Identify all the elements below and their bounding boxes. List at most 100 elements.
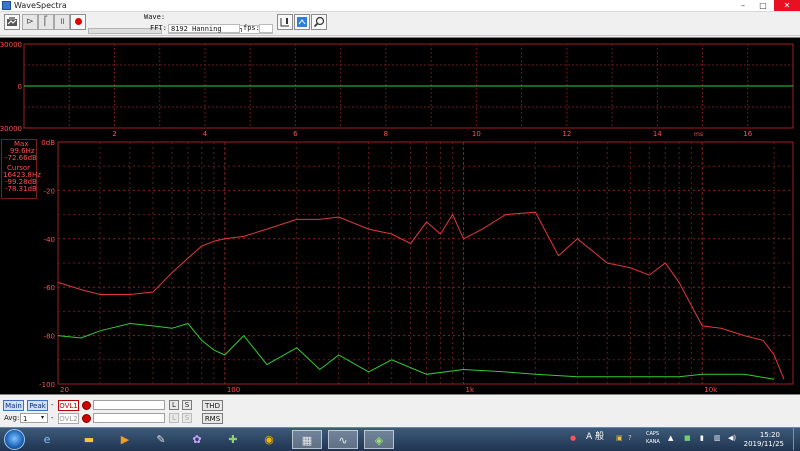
- close-button[interactable]: ✕: [774, 0, 800, 11]
- ovl1-button[interactable]: OVL1: [58, 400, 79, 411]
- peak-button[interactable]: Peak: [27, 400, 48, 411]
- spectrum-y-tick-label: -60: [44, 284, 55, 292]
- tray-ime-tools-icon[interactable]: ▣: [616, 434, 623, 443]
- display-settings-icon: [280, 18, 289, 27]
- spectrum-x-tick-label: 20: [60, 386, 69, 394]
- pause-button[interactable]: ॥: [54, 14, 70, 30]
- waveform-x-tick-label: 10: [472, 130, 481, 138]
- display-settings-button[interactable]: [277, 14, 293, 30]
- open-file-icon: [7, 17, 17, 26]
- tray-record-icon[interactable]: ●: [570, 434, 576, 443]
- spectrum-x-tick-label: 100: [227, 386, 240, 394]
- tray-battery-icon[interactable]: ▮: [700, 434, 704, 443]
- dash-1: -: [51, 401, 54, 409]
- zoom-button[interactable]: [311, 14, 327, 30]
- magnifier-icon: [313, 16, 325, 28]
- waveform-chart: 30000 0 -30000 2 4 6 8 10 12 14 16 ms: [0, 41, 794, 138]
- chevron-down-icon[interactable]: ▾: [41, 413, 44, 423]
- spectrum-y-tick-label: 0dB: [41, 139, 55, 147]
- taskbar-network-icon[interactable]: ✚: [220, 430, 246, 449]
- ovl1-save-button[interactable]: S: [182, 400, 192, 410]
- waveform-x-tick-label: 8: [384, 130, 388, 138]
- fps-field: [259, 24, 273, 33]
- toolbar: ⊳ ⎡ ॥ Wave: 48000Hz 16bit 1ch FFT: 8192 …: [0, 12, 800, 36]
- ovl1-name-field[interactable]: [93, 400, 165, 410]
- minimize-button[interactable]: –: [734, 0, 752, 11]
- open-file-button[interactable]: [4, 14, 20, 30]
- tray-expand-icon[interactable]: ▲: [668, 434, 673, 443]
- waveform-panel[interactable]: 30000 0 -30000 2 4 6 8 10 12 14 16 ms: [0, 37, 800, 139]
- start-button[interactable]: [4, 429, 25, 450]
- step-button[interactable]: ⎡: [38, 14, 54, 30]
- tray-app-icon[interactable]: ■: [684, 434, 691, 443]
- waveform-x-tick-label: 12: [562, 130, 571, 138]
- wave-label: Wave:: [144, 13, 166, 21]
- ovl2-name-field[interactable]: [93, 413, 165, 423]
- taskbar-paint-icon[interactable]: ✿: [184, 430, 210, 449]
- app-icon[interactable]: [2, 1, 11, 10]
- waveform-x-tick-label: 16: [743, 130, 752, 138]
- spectrum-panel[interactable]: 0dB -20 -40 -60 -80 -100 20 100 1k 10k Max 99.6Hz…: [0, 138, 800, 395]
- rms-button[interactable]: RMS: [202, 413, 223, 424]
- fps-label: fps:: [243, 24, 260, 32]
- waveform-x-tick-label: 2: [112, 130, 116, 138]
- ovl2-record-icon[interactable]: [82, 414, 91, 423]
- waveform-x-unit: ms: [694, 131, 703, 138]
- ovl2-save-button[interactable]: S: [182, 413, 192, 423]
- window-title: WaveSpectra: [14, 1, 67, 10]
- tray-volume-icon[interactable]: ◀): [728, 434, 736, 443]
- waveform-y-tick-label: 30000: [0, 41, 22, 49]
- tray-help-icon[interactable]: ?: [628, 434, 632, 443]
- max-level: -72.66dB: [5, 154, 37, 162]
- spectrum-y-tick-label: -100: [39, 381, 55, 389]
- taskbar-ie-icon[interactable]: e: [34, 430, 60, 449]
- ime-indicator[interactable]: A 般: [586, 433, 604, 442]
- waveform-y-tick-label: 0: [18, 83, 22, 91]
- fft-setting-field: 8192 Hanning: [168, 24, 240, 33]
- record-button[interactable]: [70, 14, 86, 30]
- taskbar-wavegene-icon[interactable]: ∿: [328, 430, 358, 449]
- spectrum-chart: 0dB -20 -40 -60 -80 -100 20 100 1k 10k: [39, 139, 794, 394]
- taskbar-media-player-icon[interactable]: ▶: [112, 430, 138, 449]
- ovl2-load-button[interactable]: L: [169, 413, 179, 423]
- skip-back-icon: ⊳: [26, 17, 34, 27]
- spectrum-series-red: [57, 211, 785, 380]
- maximize-button[interactable]: □: [754, 0, 772, 11]
- prev-button[interactable]: ⊳: [22, 14, 38, 30]
- spectrum-series-green: [57, 322, 775, 380]
- spectrum-x-tick-label: 10k: [704, 386, 718, 394]
- waveform-x-tick-label: 4: [203, 130, 208, 138]
- step-icon: ⎡: [43, 17, 49, 27]
- settings-icon: [297, 17, 307, 27]
- avg-label: Avg:: [4, 414, 20, 422]
- ovl1-load-button[interactable]: L: [169, 400, 179, 410]
- bottom-controls: Main Peak - OVL1 L S THD Avg: 1 ▾ - OVL2…: [0, 395, 800, 427]
- spectrum-y-tick-label: -20: [44, 187, 55, 195]
- taskbar-chrome-icon[interactable]: ◉: [256, 430, 282, 449]
- waveform-y-tick-label: -30000: [0, 125, 22, 133]
- title-bar: WaveSpectra – □ ✕: [0, 0, 800, 12]
- taskbar-wavespectra-icon[interactable]: ▦: [292, 430, 322, 449]
- taskbar-explorer-icon[interactable]: ▬: [76, 430, 102, 449]
- cursor-level-2: -78.31dB: [5, 185, 37, 193]
- taskbar-tool-icon[interactable]: ✎: [148, 430, 174, 449]
- show-desktop-button[interactable]: [793, 428, 800, 450]
- taskbar-other-app-icon[interactable]: ◈: [364, 430, 394, 449]
- dash-2: -: [51, 414, 54, 422]
- ovl2-button[interactable]: OVL2: [58, 413, 79, 424]
- clock-time[interactable]: 15:20: [760, 431, 780, 440]
- settings-button[interactable]: [294, 14, 310, 30]
- record-icon: [74, 18, 82, 25]
- main-button[interactable]: Main: [3, 400, 24, 411]
- taskbar: e ▬ ▶ ✎ ✿ ✚ ◉ ▦ ∿ ◈ ● A 般 ▣ ? CAPS KANA …: [0, 427, 800, 451]
- pause-icon: ॥: [59, 17, 65, 27]
- tray-network-icon[interactable]: ▥: [714, 434, 721, 443]
- spectrum-y-tick-label: -80: [44, 333, 55, 341]
- waveform-x-tick-label: 6: [293, 130, 298, 138]
- fft-label: FFT:: [150, 24, 167, 32]
- ovl1-record-icon[interactable]: [82, 401, 91, 410]
- readout-box: Max 99.6Hz -72.66dB Cursor 16423.8Hz -99…: [1, 139, 41, 199]
- waveform-x-tick-label: 14: [653, 130, 662, 138]
- thd-button[interactable]: THD: [202, 400, 223, 411]
- clock-date[interactable]: 2019/11/25: [744, 440, 784, 449]
